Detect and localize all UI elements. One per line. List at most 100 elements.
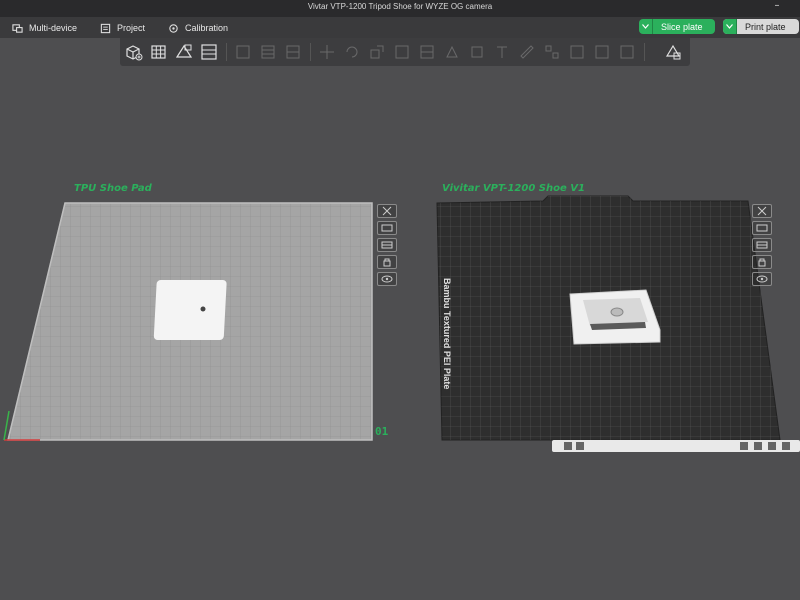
y-axis bbox=[3, 410, 10, 441]
bed-type-label: Bambu Textured PEI Plate bbox=[442, 278, 452, 390]
view-icon[interactable] bbox=[768, 442, 776, 450]
view-controls-bar[interactable] bbox=[552, 440, 800, 452]
rotate-icon bbox=[346, 46, 358, 58]
emboss-icon bbox=[595, 45, 609, 59]
menu-calibration-label: Calibration bbox=[185, 23, 229, 33]
plate-1-actions bbox=[377, 204, 397, 286]
arrange-plate-button[interactable] bbox=[377, 221, 397, 235]
multi-device-icon bbox=[12, 23, 23, 33]
window-title: Vivtar VTP-1200 Tripod Shoe for WYZE OG … bbox=[307, 2, 493, 11]
slice-plate-button[interactable]: Slice plate bbox=[639, 19, 715, 34]
brim-icon bbox=[570, 45, 584, 59]
project-icon bbox=[100, 23, 111, 33]
close-icon bbox=[757, 206, 767, 216]
plate-1-title[interactable]: TPU Shoe Pad bbox=[74, 183, 152, 194]
view-icon[interactable] bbox=[782, 442, 790, 450]
view-icon[interactable] bbox=[564, 442, 572, 450]
orient-icon bbox=[756, 241, 768, 249]
place-face-icon bbox=[395, 45, 409, 59]
mesh-boolean-icon bbox=[620, 45, 634, 59]
menu-calibration[interactable]: Calibration bbox=[168, 20, 228, 36]
plate-2-title[interactable]: Vivitar VPT-1200 Shoe V1 bbox=[442, 183, 585, 194]
support-icon bbox=[286, 45, 300, 59]
menu-multi-device[interactable]: Multi-device bbox=[12, 20, 77, 36]
close-icon bbox=[382, 206, 392, 216]
settings-plate-button[interactable] bbox=[752, 272, 772, 286]
cut-plane-tool[interactable] bbox=[416, 41, 438, 63]
text-tool[interactable] bbox=[491, 41, 513, 63]
measure-icon bbox=[520, 45, 534, 59]
calibration-icon bbox=[169, 23, 178, 33]
tpu-shoe-pad-part[interactable] bbox=[153, 280, 227, 340]
lock-plate-button[interactable] bbox=[752, 255, 772, 269]
layers-tool[interactable] bbox=[198, 41, 220, 63]
emboss-tool[interactable] bbox=[591, 41, 613, 63]
eye-icon bbox=[756, 275, 768, 283]
plate-1[interactable] bbox=[3, 202, 373, 441]
split-tool[interactable] bbox=[232, 41, 254, 63]
grid-arrange-icon bbox=[151, 45, 166, 59]
plate-2-actions bbox=[752, 204, 772, 286]
view-icon[interactable] bbox=[576, 442, 584, 450]
settings-plate-button[interactable] bbox=[377, 272, 397, 286]
support-tool[interactable] bbox=[282, 41, 304, 63]
orient-tool[interactable] bbox=[173, 41, 195, 63]
print-plate-button[interactable]: Print plate bbox=[723, 19, 799, 34]
text-icon bbox=[497, 46, 507, 58]
toolbar-separator bbox=[226, 43, 227, 61]
assembly-tool[interactable] bbox=[541, 41, 563, 63]
menu-project-label: Project bbox=[117, 23, 146, 33]
lock-icon bbox=[383, 258, 391, 267]
minimize-button[interactable]: – bbox=[770, 1, 784, 15]
arrange-plate-button[interactable] bbox=[752, 221, 772, 235]
eye-icon bbox=[381, 275, 393, 283]
split-icon bbox=[236, 45, 250, 59]
view-icon[interactable] bbox=[740, 442, 748, 450]
cut-plane-icon bbox=[420, 45, 434, 59]
paint-support-tool[interactable] bbox=[441, 41, 463, 63]
cut-tool[interactable] bbox=[257, 41, 279, 63]
delete-plate-button[interactable] bbox=[752, 204, 772, 218]
arrange-tool[interactable] bbox=[148, 41, 170, 63]
part-hole bbox=[200, 306, 206, 312]
3d-viewport[interactable]: TPU Shoe Pad Vivitar VPT-1200 Shoe V1 01… bbox=[0, 66, 800, 600]
orient-icon bbox=[175, 44, 193, 58]
title-bar: Vivtar VTP-1200 Tripod Shoe for WYZE OG … bbox=[0, 0, 800, 17]
print-dropdown-icon[interactable] bbox=[723, 19, 737, 34]
assembly-icon bbox=[545, 45, 559, 59]
delete-plate-button[interactable] bbox=[377, 204, 397, 218]
slice-dropdown-icon[interactable] bbox=[639, 19, 653, 34]
lock-icon bbox=[758, 258, 766, 267]
toolbar-separator bbox=[310, 43, 311, 61]
move-tool[interactable] bbox=[316, 41, 338, 63]
orient-plate-button[interactable] bbox=[752, 238, 772, 252]
menu-project[interactable]: Project bbox=[100, 20, 145, 36]
view-icon[interactable] bbox=[754, 442, 762, 450]
plate-number: 01 bbox=[375, 425, 389, 438]
brim-tool[interactable] bbox=[566, 41, 588, 63]
seam-icon bbox=[471, 46, 483, 58]
variable-layer-tool[interactable] bbox=[662, 41, 684, 63]
seam-tool[interactable] bbox=[466, 41, 488, 63]
camera-shoe-part[interactable] bbox=[569, 289, 661, 345]
variable-layer-icon bbox=[665, 44, 681, 60]
plate-2[interactable] bbox=[436, 195, 781, 441]
toolbar bbox=[120, 38, 690, 66]
scale-tool[interactable] bbox=[366, 41, 388, 63]
paint-support-icon bbox=[446, 45, 458, 58]
add-object-tool[interactable] bbox=[123, 41, 145, 63]
slice-plate-label: Slice plate bbox=[661, 21, 703, 32]
orient-icon bbox=[381, 241, 393, 249]
arrange-icon bbox=[756, 224, 768, 232]
mesh-boolean-tool[interactable] bbox=[616, 41, 638, 63]
place-face-tool[interactable] bbox=[391, 41, 413, 63]
rotate-tool[interactable] bbox=[341, 41, 363, 63]
arrange-icon bbox=[381, 224, 393, 232]
orient-plate-button[interactable] bbox=[377, 238, 397, 252]
lock-plate-button[interactable] bbox=[377, 255, 397, 269]
measure-tool[interactable] bbox=[516, 41, 538, 63]
scale-icon bbox=[370, 45, 384, 59]
add-object-icon bbox=[126, 45, 143, 61]
toolbar-separator bbox=[644, 43, 645, 61]
move-icon bbox=[320, 45, 334, 59]
